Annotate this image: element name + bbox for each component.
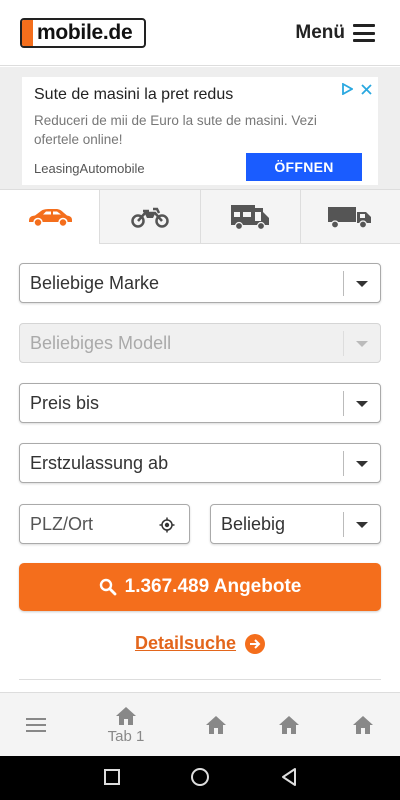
tab-camper[interactable] (199, 190, 300, 244)
back-triangle-icon[interactable] (280, 767, 298, 787)
ad-container: Sute de masini la pret redus Reduceri de… (0, 67, 400, 189)
make-select-value: Beliebige Marke (30, 273, 160, 293)
model-select: Beliebiges Modell (19, 323, 381, 363)
tab-1-label: Tab 1 (107, 727, 145, 745)
zip-placeholder: PLZ/Ort (30, 514, 94, 534)
locate-icon[interactable] (159, 517, 175, 533)
logo-accent (22, 20, 33, 46)
camper-icon (231, 204, 270, 230)
bottom-nav-tab-4[interactable] (343, 693, 383, 757)
car-icon (28, 209, 72, 228)
price-select[interactable]: Preis bis (19, 383, 381, 423)
make-select[interactable]: Beliebige Marke (19, 263, 381, 303)
detail-search-link[interactable]: Detailsuche (135, 633, 236, 654)
divider (19, 679, 381, 680)
bottom-nav-tab-1[interactable]: Tab 1 (96, 693, 156, 757)
bottom-nav-tab-3[interactable] (269, 693, 309, 757)
menu-icon (26, 718, 46, 732)
tab-motorbike[interactable] (99, 190, 200, 244)
radius-select[interactable]: Beliebig (210, 504, 381, 544)
ad-banner[interactable]: Sute de masini la pret redus Reduceri de… (22, 77, 378, 185)
price-select-value: Preis bis (30, 393, 100, 413)
bottom-nav-tab-2[interactable] (196, 693, 236, 757)
chevron-down-icon (356, 281, 368, 287)
home-icon (279, 716, 299, 734)
model-select-value: Beliebiges Modell (30, 333, 172, 353)
chevron-down-icon (356, 461, 368, 467)
square-icon[interactable] (103, 768, 121, 786)
search-offers-label: 1.367.489 Angebote (124, 576, 302, 597)
detail-search-row: Detailsuche (0, 633, 400, 654)
ad-badges (341, 83, 372, 95)
vehicle-type-tabs (0, 189, 400, 244)
search-icon (99, 578, 117, 596)
play-icon[interactable] (341, 83, 353, 95)
tab-truck[interactable] (299, 190, 400, 244)
mobile-de-logo[interactable]: mobile.de (20, 18, 146, 48)
search-offers-button[interactable]: 1.367.489 Angebote (19, 563, 381, 611)
ad-body: Reduceri de mii de Euro la sute de masin… (34, 113, 317, 147)
ad-open-button[interactable]: ÖFFNEN (246, 153, 362, 181)
truck-icon (328, 206, 372, 229)
home-icon (206, 716, 226, 734)
logo-text: mobile.de (37, 21, 133, 44)
close-icon[interactable] (361, 83, 372, 95)
chevron-down-icon (356, 341, 368, 347)
radius-select-value: Beliebig (221, 514, 286, 534)
bottom-navigation: Tab 1 (0, 692, 400, 756)
home-icon (353, 716, 373, 734)
home-icon (116, 706, 136, 725)
ad-title[interactable]: Sute de masini la pret redus (34, 86, 233, 104)
tab-car[interactable] (0, 190, 100, 244)
menu-label: Menü (295, 22, 345, 43)
arrow-right-icon[interactable] (245, 633, 266, 654)
menu-button[interactable]: Menü (295, 22, 375, 44)
first-registration-select[interactable]: Erstzulassung ab (19, 443, 381, 483)
hamburger-icon (353, 24, 375, 42)
first-registration-value: Erstzulassung ab (30, 453, 169, 473)
motorbike-icon (131, 207, 169, 228)
zip-location-input[interactable]: PLZ/Ort (19, 504, 190, 544)
bottom-nav-menu[interactable] (16, 693, 56, 757)
chevron-down-icon (356, 522, 368, 528)
system-navigation-bar (0, 756, 400, 800)
app-header: mobile.de Menü (0, 0, 400, 66)
ad-sponsor: LeasingAutomobile (34, 161, 145, 176)
chevron-down-icon (356, 401, 368, 407)
circle-icon[interactable] (190, 767, 210, 787)
